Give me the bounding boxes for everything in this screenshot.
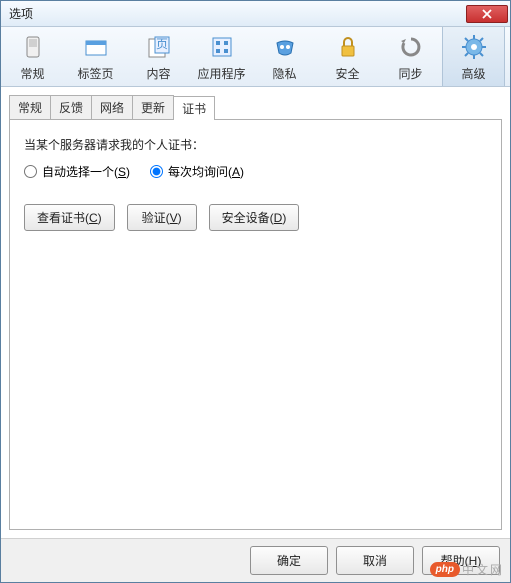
- toolbar-sync[interactable]: 同步: [379, 27, 442, 86]
- dialog-footer: 确定 取消 帮助(H) php 中文网: [1, 538, 510, 582]
- tab-panel: 当某个服务器请求我的个人证书： 自动选择一个(S) 每次均询问(A) 查看证书(…: [9, 120, 502, 530]
- apps-icon: [206, 31, 238, 63]
- toolbar-label: 标签页: [77, 65, 113, 82]
- toolbar-advanced[interactable]: 高级: [442, 27, 505, 86]
- radio-ask-every[interactable]: 每次均询问(A): [150, 163, 244, 180]
- tabs-icon: [80, 31, 112, 63]
- security-devices-button[interactable]: 安全设备(D): [209, 204, 300, 231]
- verify-button[interactable]: 验证(V): [127, 204, 197, 231]
- toolbar-label: 同步: [398, 65, 422, 82]
- view-cert-button[interactable]: 查看证书(C): [24, 204, 115, 231]
- tab-row: 常规 反馈 网络 更新 证书: [9, 95, 502, 120]
- toolbar-general[interactable]: 常规: [1, 27, 64, 86]
- toolbar-label: 高级: [461, 65, 485, 82]
- toolbar-security[interactable]: 安全: [316, 27, 379, 86]
- radio-ask-label: 每次均询问(A): [168, 163, 244, 180]
- cert-button-row: 查看证书(C) 验证(V) 安全设备(D): [24, 204, 487, 231]
- sync-icon: [395, 31, 427, 63]
- radio-auto-input[interactable]: [24, 165, 37, 178]
- tab-feedback[interactable]: 反馈: [50, 95, 92, 119]
- lock-icon: [332, 31, 364, 63]
- ok-button[interactable]: 确定: [250, 546, 328, 575]
- tab-certificate[interactable]: 证书: [173, 96, 215, 120]
- toolbar-apps[interactable]: 应用程序: [190, 27, 253, 86]
- gear-icon: [458, 31, 490, 63]
- toolbar: 常规 标签页 页 内容 应用程序 隐私 安全 同步 高级: [1, 27, 510, 87]
- toolbar-privacy[interactable]: 隐私: [253, 27, 316, 86]
- mask-icon: [269, 31, 301, 63]
- toolbar-label: 应用程序: [197, 65, 245, 82]
- toolbar-content[interactable]: 页 内容: [127, 27, 190, 86]
- close-button[interactable]: [466, 5, 508, 23]
- tab-network[interactable]: 网络: [91, 95, 133, 119]
- titlebar: 选项: [1, 1, 510, 27]
- radio-auto-label: 自动选择一个(S): [42, 163, 130, 180]
- cancel-button[interactable]: 取消: [336, 546, 414, 575]
- toolbar-label: 常规: [20, 65, 44, 82]
- cert-radio-group: 自动选择一个(S) 每次均询问(A): [24, 163, 487, 180]
- watermark-text: 中文网: [462, 561, 504, 578]
- svg-text:页: 页: [155, 37, 167, 51]
- php-badge: php: [430, 562, 460, 577]
- watermark: php 中文网: [430, 561, 504, 578]
- radio-ask-input[interactable]: [150, 165, 163, 178]
- tab-general[interactable]: 常规: [9, 95, 51, 119]
- toolbar-tabs[interactable]: 标签页: [64, 27, 127, 86]
- toolbar-label: 安全: [335, 65, 359, 82]
- tab-update[interactable]: 更新: [132, 95, 174, 119]
- switch-icon: [17, 31, 49, 63]
- content-icon: 页: [143, 31, 175, 63]
- toolbar-label: 内容: [146, 65, 170, 82]
- close-icon: [482, 9, 492, 19]
- cert-description: 当某个服务器请求我的个人证书：: [24, 136, 487, 153]
- content-area: 常规 反馈 网络 更新 证书 当某个服务器请求我的个人证书： 自动选择一个(S)…: [1, 87, 510, 538]
- window-title: 选项: [9, 5, 466, 22]
- radio-auto-select[interactable]: 自动选择一个(S): [24, 163, 130, 180]
- toolbar-label: 隐私: [272, 65, 296, 82]
